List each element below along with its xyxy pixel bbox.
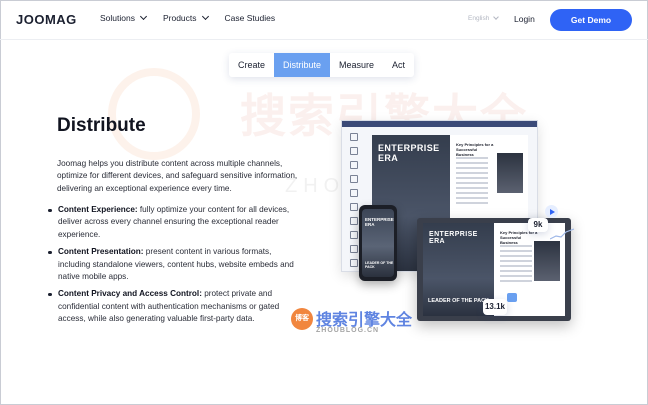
tool-icon: [350, 231, 358, 239]
main-nav: Solutions Products Case Studies: [100, 12, 276, 23]
play-icon: [545, 205, 558, 218]
tool-icon: [350, 161, 358, 169]
chat-icon: [507, 293, 517, 302]
phone-mockup: ENTERPRISE ERA LEADER OF THE PACK: [359, 205, 397, 281]
article-photo: [534, 241, 560, 281]
article-text-lines: [500, 245, 532, 285]
tool-icon: [350, 259, 358, 267]
views-stat-badge: 9k: [528, 218, 548, 232]
section-title: Distribute: [57, 115, 146, 136]
watermark-subtext: ZHOUBLOG.CN: [316, 327, 380, 334]
language-label: English: [468, 15, 490, 22]
nav-label: Solutions: [100, 13, 135, 23]
tool-icon: [350, 189, 358, 197]
magazine-title: ENTERPRISE ERA: [429, 231, 478, 245]
nav-label: Products: [162, 13, 197, 23]
tool-icon: [350, 217, 358, 225]
article-text-lines: [456, 157, 488, 207]
trend-sparkline-icon: [550, 228, 574, 240]
chevron-down-icon: [493, 14, 500, 20]
section-intro: Joomag helps you distribute content acro…: [57, 159, 298, 193]
get-demo-button[interactable]: Get Demo: [550, 9, 632, 31]
cover-line: LEADER OF THE PACK: [365, 261, 394, 269]
magazine-title: ENTERPRISE ERA: [365, 217, 394, 227]
article-photo: [497, 153, 523, 193]
bullet-heading: Content Experience:: [58, 205, 138, 214]
editor-toolbar: [342, 121, 537, 127]
feature-tabs: Create Distribute Measure Act: [229, 53, 415, 77]
watermark-badge: 博客: [291, 308, 313, 330]
reads-stat-badge: 13.1k: [483, 299, 507, 315]
tab-distribute[interactable]: Distribute: [274, 53, 331, 77]
nav-solutions[interactable]: Solutions: [100, 12, 148, 23]
bullet-heading: Content Presentation:: [58, 247, 144, 257]
list-item: Content Experience: fully optimize your …: [47, 204, 302, 241]
feature-list: Content Experience: fully optimize your …: [47, 204, 302, 331]
phone-screen: ENTERPRISE ERA LEADER OF THE PACK: [362, 209, 394, 277]
list-item: Content Presentation: present content in…: [47, 246, 302, 283]
tool-icon: [350, 203, 358, 211]
article-heading: Key Principles for a Successful Business: [456, 142, 494, 157]
nav-case-studies[interactable]: Case Studies: [225, 13, 276, 23]
bullet-heading: Content Privacy and Access Control:: [58, 289, 202, 299]
tool-icon: [350, 147, 358, 155]
nav-products[interactable]: Products: [162, 12, 209, 23]
tool-icon: [350, 133, 358, 141]
tab-create[interactable]: Create: [229, 53, 274, 77]
watermark-logo: [108, 68, 200, 160]
tab-measure[interactable]: Measure: [330, 53, 383, 77]
login-link[interactable]: Login: [514, 14, 535, 24]
nav-label: Case Studies: [224, 13, 276, 23]
device-mockup-illustration: ENTERPRISE ERA Key Principles for a Succ…: [335, 115, 580, 325]
magazine-title: ENTERPRISE ERA: [378, 143, 440, 163]
tool-icon: [350, 175, 358, 183]
tool-icon: [350, 245, 358, 253]
language-selector[interactable]: English: [468, 14, 500, 22]
joomag-logo[interactable]: JOOMAG: [16, 12, 77, 27]
list-item: Content Privacy and Access Control: prot…: [47, 288, 302, 325]
tab-act[interactable]: Act: [383, 53, 414, 77]
site-header: JOOMAG Solutions Products Case Studies E…: [0, 0, 648, 40]
chevron-down-icon: [139, 12, 148, 21]
chevron-down-icon: [201, 12, 209, 21]
cover-line: LEADER OF THE PACK: [428, 298, 490, 304]
